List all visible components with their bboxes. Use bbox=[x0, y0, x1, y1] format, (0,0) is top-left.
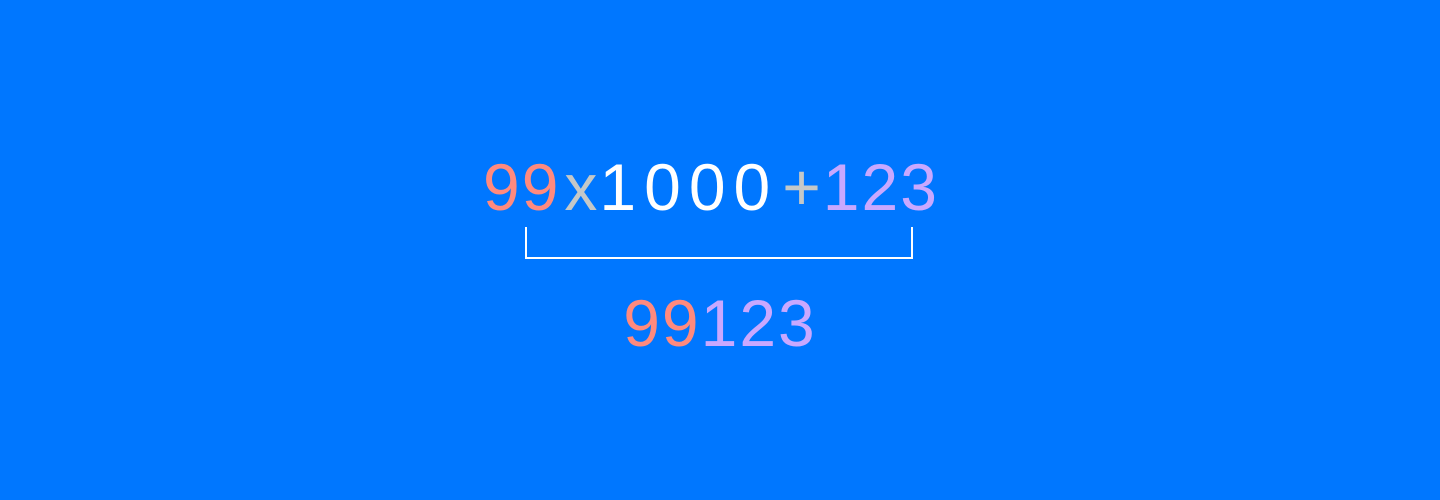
result-low-part: 123 bbox=[700, 286, 817, 360]
equation: 99 x 1000 + 123 bbox=[483, 152, 939, 222]
addend: 123 bbox=[822, 150, 939, 224]
result: 99123 bbox=[0, 288, 1440, 358]
times-operator: x bbox=[564, 150, 598, 224]
multiplier: 1000 bbox=[599, 150, 779, 224]
result-high-part: 99 bbox=[623, 286, 701, 360]
bracket-connector bbox=[525, 227, 913, 259]
multiplicand: 99 bbox=[483, 150, 561, 224]
plus-operator: + bbox=[782, 150, 821, 224]
